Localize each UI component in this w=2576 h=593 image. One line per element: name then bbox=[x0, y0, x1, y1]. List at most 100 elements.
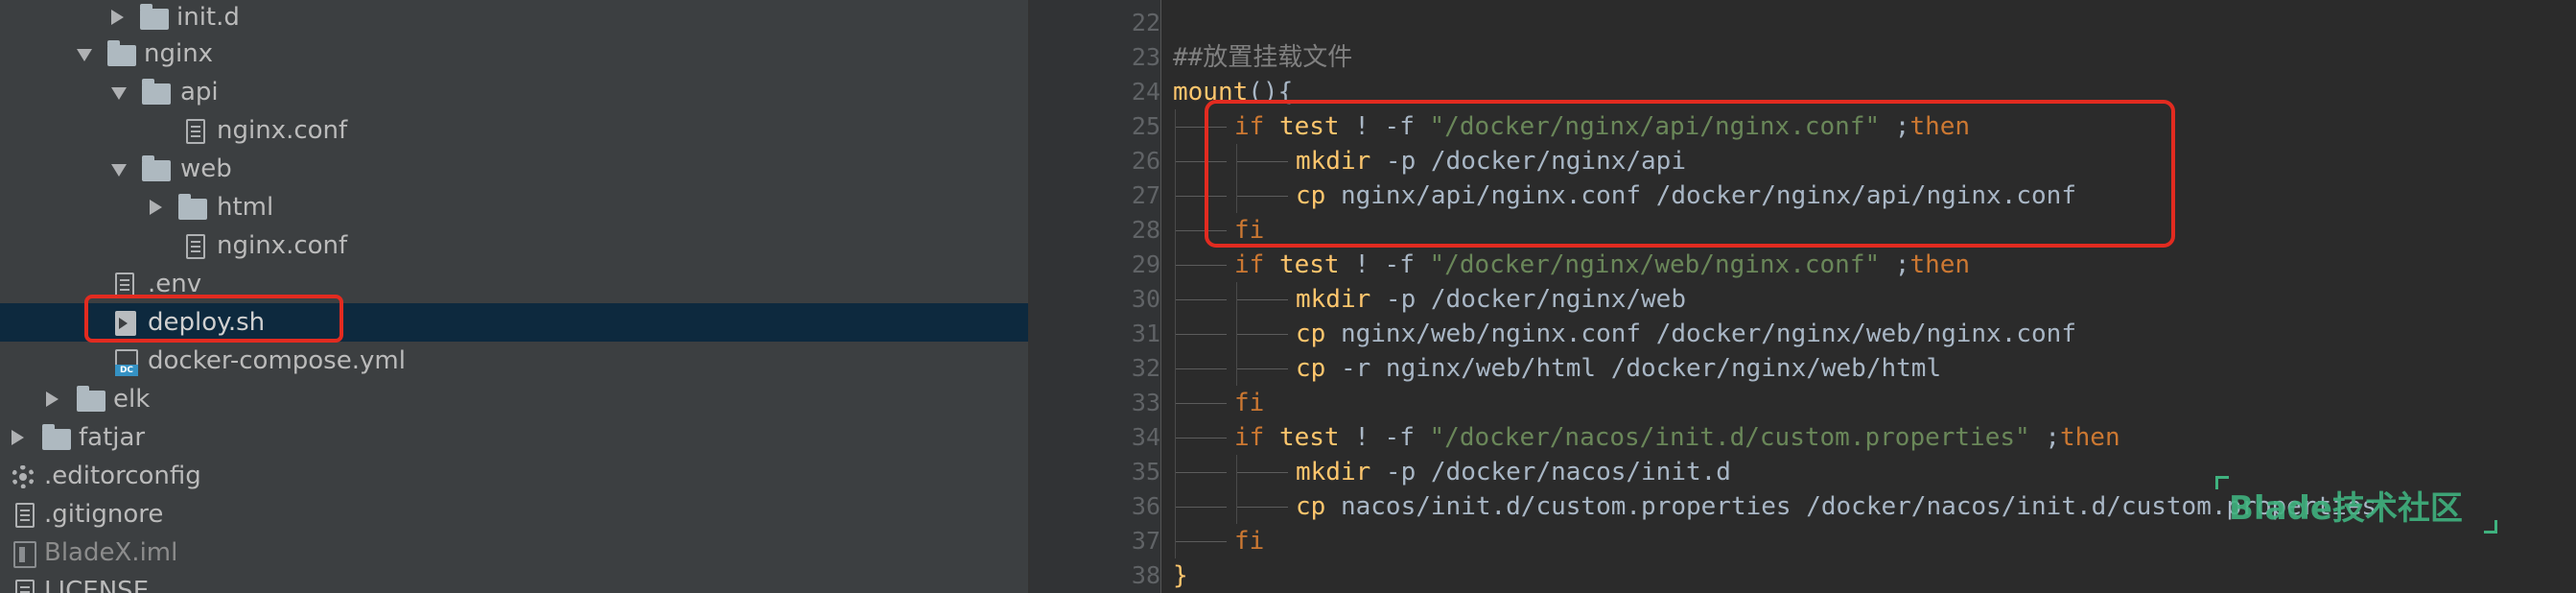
indent-marker bbox=[1175, 507, 1227, 508]
tree-item-label: .editorconfig bbox=[44, 462, 201, 490]
line-number: 29 bbox=[1131, 250, 1160, 278]
tree-item-label: docker-compose.yml bbox=[148, 346, 406, 375]
code-token: ! -f bbox=[1354, 423, 1430, 452]
line-number-gutter: 22 23 24 25 26 27 28 29 30 31 32 33 34 35 36 37 38 bbox=[1030, 0, 1160, 593]
indent-marker bbox=[1175, 438, 1227, 439]
tree-item-label: nginx.conf bbox=[217, 231, 348, 260]
line-number: 34 bbox=[1131, 423, 1160, 451]
indent-guide bbox=[1175, 109, 1176, 558]
module-file-icon bbox=[13, 541, 36, 568]
code-token: if bbox=[1234, 423, 1279, 452]
code-line[interactable]: fi bbox=[1234, 386, 1264, 420]
code-token: ; bbox=[1880, 250, 1910, 279]
code-token: cp bbox=[1296, 492, 1341, 521]
chevron-right-icon[interactable] bbox=[150, 200, 162, 215]
code-token: test bbox=[1278, 250, 1355, 279]
tree-item-elk[interactable]: elk bbox=[0, 380, 1028, 418]
code-token: ! -f bbox=[1354, 250, 1430, 279]
tree-item-label: fatjar bbox=[79, 423, 146, 452]
line-number: 36 bbox=[1131, 492, 1160, 520]
indent-marker bbox=[1236, 368, 1288, 369]
tree-item-label: api bbox=[180, 78, 219, 107]
gear-icon bbox=[12, 465, 35, 488]
line-number: 28 bbox=[1131, 216, 1160, 244]
indent-marker bbox=[1175, 368, 1227, 369]
indent-marker bbox=[1175, 541, 1227, 542]
chevron-right-icon[interactable] bbox=[111, 10, 124, 25]
code-line[interactable]: mkdir -p /docker/nginx/web bbox=[1296, 282, 1686, 317]
tree-item-bladex-iml[interactable]: BladeX.iml bbox=[0, 534, 1028, 572]
docker-compose-icon bbox=[115, 349, 138, 376]
indent-marker bbox=[1236, 299, 1288, 300]
code-token: then bbox=[1909, 250, 1971, 279]
folder-icon bbox=[107, 40, 136, 66]
tree-item-web-nginx-conf[interactable]: nginx.conf bbox=[0, 226, 1028, 265]
line-number: 25 bbox=[1131, 112, 1160, 140]
code-line[interactable]: if test ! -f "/docker/nacos/init.d/custo… bbox=[1234, 420, 2120, 455]
code-token: nginx/web/nginx.conf /docker/nginx/web/n… bbox=[1340, 320, 2076, 348]
tree-item-label: web bbox=[180, 154, 232, 183]
code-token: cp bbox=[1296, 354, 1341, 383]
tree-item-license[interactable]: LICENSE bbox=[0, 572, 1028, 593]
folder-icon bbox=[77, 386, 105, 412]
watermark-text: Blade技术社区 bbox=[2229, 489, 2463, 528]
code-token: -p /docker/nginx/web bbox=[1385, 285, 1686, 314]
tree-item-nginx[interactable]: nginx bbox=[0, 35, 1028, 73]
tree-item-label: elk bbox=[113, 385, 151, 414]
line-number: 27 bbox=[1131, 181, 1160, 209]
code-token: fi bbox=[1234, 389, 1265, 417]
tree-item-html[interactable]: html bbox=[0, 188, 1028, 226]
indent-guide bbox=[1236, 282, 1237, 386]
code-line[interactable]: } bbox=[1173, 558, 1188, 593]
tree-item-label: nginx.conf bbox=[217, 116, 348, 145]
file-icon bbox=[15, 580, 35, 593]
code-token: test bbox=[1278, 423, 1355, 452]
chevron-right-icon[interactable] bbox=[46, 391, 59, 407]
code-token: ##放置挂载文件 bbox=[1173, 43, 1353, 72]
code-token: ; bbox=[2029, 423, 2060, 452]
tree-item-web[interactable]: web bbox=[0, 150, 1028, 188]
code-token: mkdir bbox=[1296, 458, 1386, 486]
tree-item-docker-compose[interactable]: docker-compose.yml bbox=[0, 342, 1028, 380]
tree-item-fatjar[interactable]: fatjar bbox=[0, 418, 1028, 457]
line-number: 35 bbox=[1131, 458, 1160, 486]
code-line[interactable]: mkdir -p /docker/nacos/init.d bbox=[1296, 455, 1731, 489]
code-line[interactable]: ##放置挂载文件 bbox=[1173, 40, 1352, 75]
indent-marker bbox=[1236, 334, 1288, 335]
indent-guide bbox=[1236, 455, 1237, 524]
line-number: 37 bbox=[1131, 527, 1160, 555]
line-number: 38 bbox=[1131, 561, 1160, 589]
folder-icon bbox=[142, 79, 171, 105]
tree-item-gitignore[interactable]: .gitignore bbox=[0, 495, 1028, 534]
line-number: 22 bbox=[1131, 9, 1160, 36]
code-line[interactable]: cp nacos/init.d/custom.properties /docke… bbox=[1296, 489, 2377, 524]
code-token: cp bbox=[1296, 320, 1341, 348]
tree-item-init-d[interactable]: init.d bbox=[0, 0, 1028, 36]
file-icon bbox=[186, 234, 205, 259]
code-token: } bbox=[1173, 561, 1188, 590]
code-token: nacos/init.d/custom.properties /docker/n… bbox=[1340, 492, 2377, 521]
tree-item-label: init.d bbox=[176, 3, 240, 32]
tree-item-editorconfig[interactable]: .editorconfig bbox=[0, 457, 1028, 495]
tree-item-api-nginx-conf[interactable]: nginx.conf bbox=[0, 111, 1028, 150]
chevron-down-icon[interactable] bbox=[77, 49, 92, 61]
code-line[interactable]: cp -r nginx/web/html /docker/nginx/web/h… bbox=[1296, 351, 1941, 386]
code-token: "/docker/nginx/web/nginx.conf" bbox=[1429, 250, 1881, 279]
line-number: 30 bbox=[1131, 285, 1160, 313]
code-line[interactable]: cp nginx/web/nginx.conf /docker/nginx/we… bbox=[1296, 317, 2076, 351]
line-number: 32 bbox=[1131, 354, 1160, 382]
chevron-down-icon[interactable] bbox=[111, 164, 127, 177]
code-line[interactable]: if test ! -f "/docker/nginx/web/nginx.co… bbox=[1234, 248, 1970, 282]
tree-item-label: .gitignore bbox=[44, 500, 164, 529]
code-token: -p /docker/nacos/init.d bbox=[1385, 458, 1731, 486]
tree-item-api[interactable]: api bbox=[0, 73, 1028, 111]
chevron-right-icon[interactable] bbox=[12, 430, 24, 445]
chevron-down-icon[interactable] bbox=[111, 87, 127, 100]
code-token: mkdir bbox=[1296, 285, 1386, 314]
code-line[interactable]: fi bbox=[1234, 524, 1264, 558]
selection-highlight-box bbox=[84, 295, 343, 343]
indent-marker bbox=[1175, 299, 1227, 300]
code-token: "/docker/nacos/init.d/custom.properties" bbox=[1429, 423, 2030, 452]
indent-marker bbox=[1175, 403, 1227, 404]
tree-item-label: nginx bbox=[144, 39, 214, 68]
